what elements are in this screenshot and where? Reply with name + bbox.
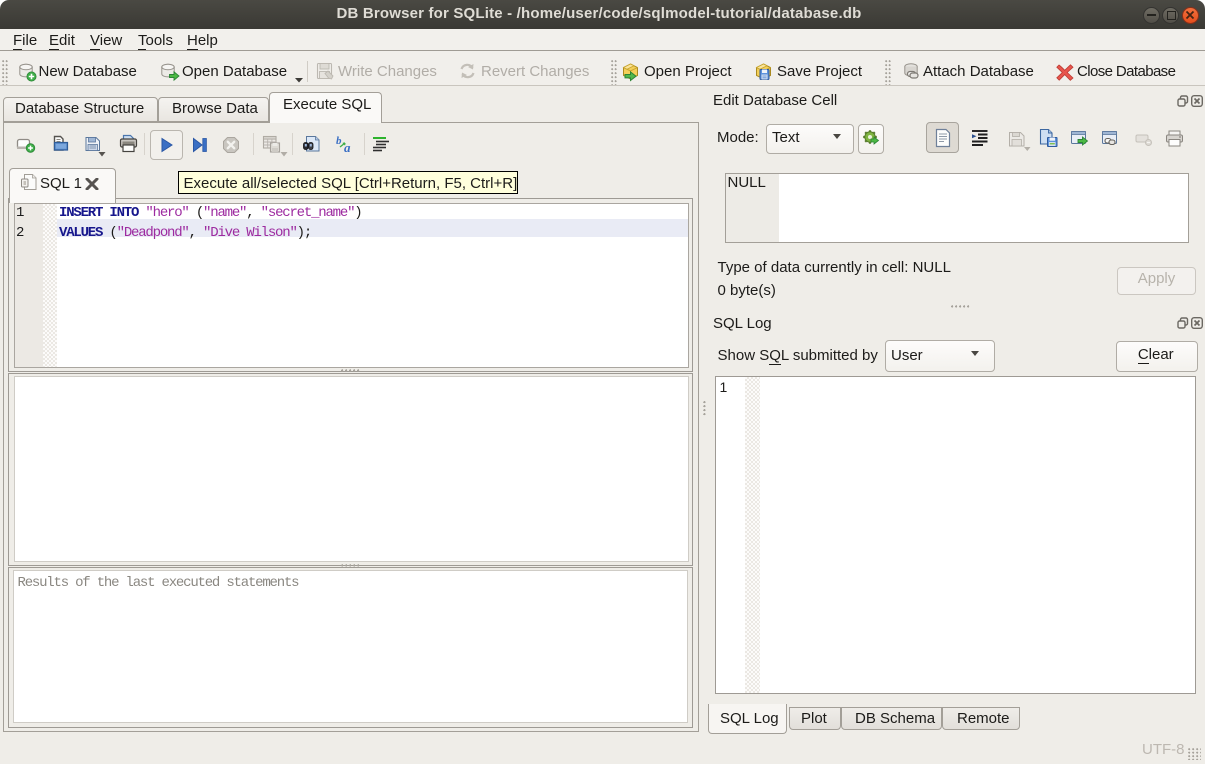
svg-text:a: a — [344, 140, 351, 154]
svg-text:b: b — [336, 135, 342, 147]
